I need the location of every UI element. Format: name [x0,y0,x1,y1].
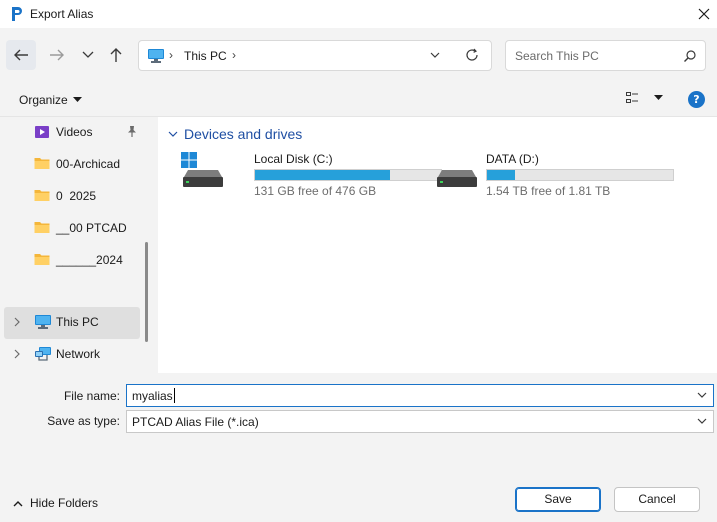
sidebar-item-this-pc[interactable]: This PC [4,307,140,339]
arrow-left-icon [14,49,28,61]
sidebar-item-label: ______2024 [56,253,123,267]
sidebar-item-2024[interactable]: ______2024 [4,245,140,277]
navigation-pane: Videos 00-Archicad 0 2025 __00 PTCAD ___… [0,117,158,373]
command-bar: Organize ? [0,83,717,117]
chevron-right-icon[interactable] [13,349,21,359]
save-as-type-label: Save as type: [47,414,120,428]
organize-menu[interactable]: Organize [19,93,82,107]
network-icon [35,347,51,361]
chevron-down-icon [82,51,94,58]
caret-down-icon [654,95,663,100]
group-title: Devices and drives [184,126,303,142]
hide-folders-button[interactable]: Hide Folders [13,496,98,510]
drive-name: DATA (D:) [486,152,539,166]
file-name-input[interactable]: myalias [126,384,714,407]
search-input[interactable]: Search This PC [515,49,599,63]
computer-icon [35,315,51,329]
chevron-right-icon[interactable] [13,317,21,327]
search-box[interactable]: Search This PC [505,40,706,71]
drive-name: Local Disk (C:) [254,152,333,166]
navigation-bar: › This PC › Search This PC [0,28,717,83]
address-bar[interactable]: › This PC › [138,40,492,71]
close-icon [698,8,710,20]
title-bar: Export Alias [0,0,717,28]
sidebar-item-00-ptcad[interactable]: __00 PTCAD [4,213,140,245]
breadcrumb-separator: › [169,48,173,62]
breadcrumb-this-pc[interactable]: This PC [184,49,227,63]
sidebar-item-label: 0 2025 [56,189,97,203]
arrow-up-icon [110,48,122,62]
ptcad-app-icon [12,7,22,21]
chevron-down-icon [697,418,707,424]
windows-drive-icon [181,152,223,187]
save-as-type-select[interactable]: PTCAD Alias File (*.ica) [126,410,714,433]
sidebar-item-label: Network [56,347,101,361]
file-list-pane: Devices and drives Local Disk (C:) 131 G… [158,117,717,373]
refresh-icon[interactable] [465,48,479,62]
chevron-up-icon [13,500,23,506]
pin-icon[interactable] [126,125,138,139]
hide-folders-label: Hide Folders [30,496,99,510]
cancel-button[interactable]: Cancel [614,487,700,512]
up-button[interactable] [101,40,131,70]
sidebar-item-label: Videos [56,125,93,139]
file-name-value: myalias [132,389,173,403]
drive-free-space: 131 GB free of 476 GB [254,184,377,198]
chevron-down-icon [168,131,178,137]
sidebar-item-00-archicad[interactable]: 00-Archicad [4,149,140,181]
file-name-label: File name: [63,389,120,403]
help-icon[interactable]: ? [688,91,705,108]
sidebar-item-0-2025[interactable]: 0 2025 [4,181,140,213]
drive-c[interactable]: Local Disk (C:) 131 GB free of 476 GB [180,151,442,201]
group-header-devices[interactable]: Devices and drives [168,126,302,142]
text-caret [174,388,175,403]
sidebar-item-network[interactable]: Network [4,339,140,371]
folder-icon [34,158,50,169]
search-icon [684,50,696,62]
drive-usage-fill [487,170,515,180]
drive-usage-fill [255,170,390,180]
forward-button[interactable] [42,40,72,70]
chevron-down-icon[interactable] [697,391,707,399]
folder-icon [34,222,50,233]
folder-icon [34,190,50,201]
hard-drive-icon [437,170,477,187]
organize-label: Organize [19,93,68,107]
back-button[interactable] [6,40,36,70]
save-button[interactable]: Save [515,487,601,512]
sidebar-scrollbar[interactable] [145,242,148,342]
drive-usage-bar [254,169,442,181]
recent-locations-button[interactable] [73,40,103,70]
sidebar-item-videos[interactable]: Videos [4,117,140,149]
folder-icon [34,254,50,265]
breadcrumb-separator[interactable]: › [232,48,236,62]
arrow-right-icon [50,49,64,61]
save-form-panel: File name: myalias Save as type: PTCAD A… [0,373,717,522]
drive-free-space: 1.54 TB free of 1.81 TB [486,184,611,198]
view-details-icon [626,92,638,103]
address-history-chevron-icon[interactable] [429,49,441,61]
caret-down-icon [72,97,82,102]
sidebar-item-label: 00-Archicad [56,157,121,171]
videos-icon [35,126,49,138]
sidebar-item-label: __00 PTCAD [56,221,127,235]
change-view-button[interactable] [626,92,663,104]
close-button[interactable] [694,4,714,24]
window-title: Export Alias [30,7,94,21]
computer-icon [148,49,164,63]
sidebar-item-label: This PC [56,315,99,329]
drive-usage-bar [486,169,674,181]
drive-d[interactable]: DATA (D:) 1.54 TB free of 1.81 TB [434,151,684,201]
save-as-type-value: PTCAD Alias File (*.ica) [132,415,259,429]
